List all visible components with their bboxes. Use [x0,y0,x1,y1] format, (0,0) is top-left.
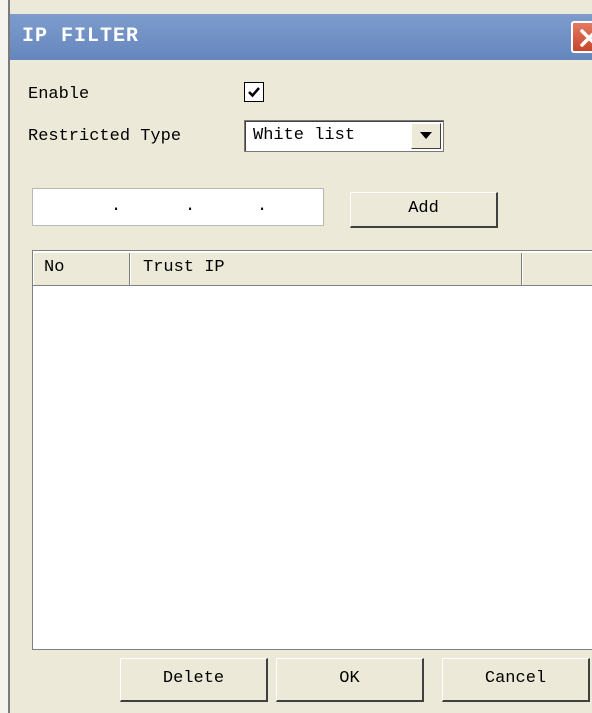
column-header-trust-ip[interactable]: Trust IP [130,253,522,285]
title-bar[interactable]: IP FILTER [10,14,592,60]
close-icon [580,29,592,47]
add-button[interactable]: Add [350,192,498,228]
restricted-type-value: White list [253,126,356,145]
column-header-no[interactable]: No [33,253,130,285]
chevron-down-icon [420,132,432,139]
restricted-type-select[interactable]: White list [244,120,444,152]
window-left-edge [0,0,10,713]
column-header-extra[interactable] [522,253,592,285]
ip-address-input[interactable]: . . . [32,188,324,226]
ip-separator: . [111,197,122,216]
dialog-title: IP FILTER [22,25,140,48]
ip-separator: . [185,197,196,216]
list-header: No Trust IP [33,253,592,286]
ok-button[interactable]: OK [276,658,424,702]
checkmark-icon [248,87,260,98]
enable-label: Enable [28,85,90,104]
ip-separator: . [257,197,268,216]
ip-filter-dialog: IP FILTER Enable Restricted Type White l… [0,0,592,713]
trust-ip-list[interactable]: No Trust IP [32,250,592,650]
restricted-type-label: Restricted Type [28,127,182,146]
dropdown-button[interactable] [411,123,441,149]
cancel-button[interactable]: Cancel [442,658,590,702]
delete-button[interactable]: Delete [120,658,268,702]
close-button[interactable] [571,21,592,53]
enable-checkbox[interactable] [244,82,264,102]
